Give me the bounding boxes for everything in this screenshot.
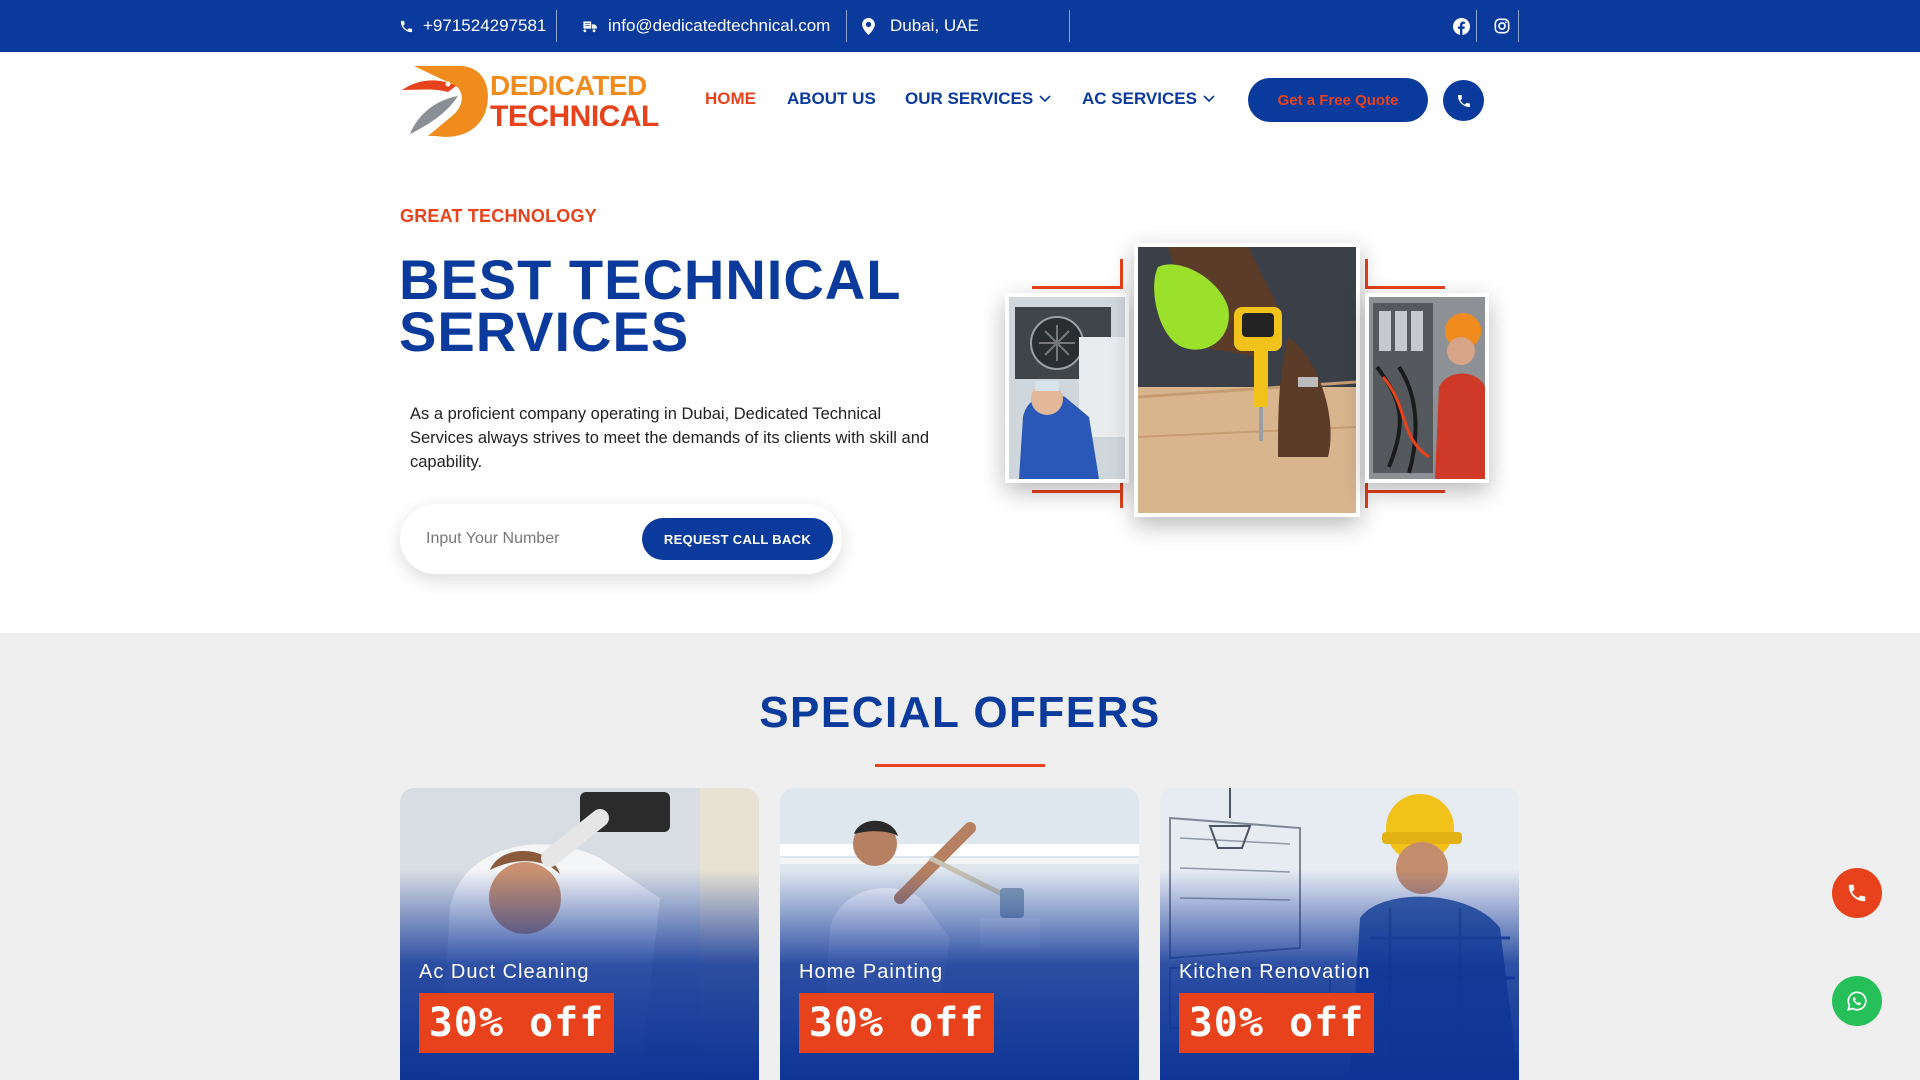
- logo-text-line2: TECHNICAL: [490, 100, 659, 133]
- nav-about-label: ABOUT US: [787, 89, 876, 108]
- topbar-phone-text: +971524297581: [423, 16, 547, 35]
- special-offers-title: SPECIAL OFFERS: [759, 688, 1161, 737]
- bracket-decoration: [1032, 286, 1123, 289]
- offer-card-kitchen-renovation[interactable]: Kitchen Renovation 30% off: [1160, 788, 1519, 1080]
- hero-image-collage: [990, 235, 1500, 525]
- divider: [1518, 10, 1519, 42]
- special-offers-section: SPECIAL OFFERS Ac Duct Cleaning 30% off: [0, 633, 1920, 1080]
- hero-title-line1: BEST TECHNICAL: [399, 248, 902, 311]
- nav-about-us[interactable]: ABOUT US: [787, 86, 876, 112]
- floating-whatsapp-button[interactable]: [1832, 976, 1882, 1026]
- nav-home-label: HOME: [705, 89, 756, 108]
- chevron-down-icon: [1039, 95, 1051, 103]
- hero-title-line2: SERVICES: [399, 300, 690, 363]
- divider: [556, 10, 557, 42]
- nav-our-services-label: OUR SERVICES: [905, 89, 1034, 108]
- discount-badge: 30% off: [1179, 993, 1374, 1053]
- facebook-icon[interactable]: [1449, 14, 1473, 38]
- hero-title: BEST TECHNICAL SERVICES: [399, 248, 919, 363]
- offer-card-home-painting[interactable]: Home Painting 30% off: [780, 788, 1139, 1080]
- hero-description: As a proficient company operating in Dub…: [410, 405, 930, 471]
- bracket-decoration: [1365, 490, 1445, 493]
- nav-home[interactable]: HOME: [705, 86, 756, 112]
- header-call-button[interactable]: [1443, 80, 1484, 121]
- topbar-email[interactable]: info@dedicatedtechnical.com: [582, 0, 830, 52]
- nav-ac-services[interactable]: AC SERVICES: [1082, 86, 1215, 112]
- logo-bird-icon: [402, 66, 488, 137]
- topbar-email-text: info@dedicatedtechnical.com: [608, 16, 831, 35]
- top-contact-bar: +971524297581 info@dedicatedtechnical.co…: [0, 0, 1920, 52]
- discount-badge: 30% off: [799, 993, 994, 1053]
- floating-call-button[interactable]: [1832, 868, 1882, 918]
- bracket-decoration: [1032, 490, 1123, 493]
- divider: [846, 10, 847, 42]
- bracket-decoration: [1365, 286, 1445, 289]
- nav-ac-services-label: AC SERVICES: [1082, 89, 1197, 108]
- instagram-icon[interactable]: [1490, 14, 1514, 38]
- electrician-photo: [1365, 293, 1489, 483]
- divider: [1476, 10, 1477, 42]
- drill-work-photo: [1134, 243, 1360, 517]
- request-call-back-button[interactable]: REQUEST CALL BACK: [642, 518, 833, 560]
- location-pin-icon: [862, 17, 875, 35]
- topbar-phone[interactable]: +971524297581: [399, 0, 546, 52]
- topbar-location: Dubai, UAE: [862, 0, 979, 52]
- hero-eyebrow: GREAT TECHNOLOGY: [400, 206, 597, 226]
- logo-text-line1: DEDICATED: [490, 70, 647, 101]
- phone-icon: [1848, 884, 1866, 902]
- brand-logo[interactable]: DEDICATED TECHNICAL: [400, 60, 659, 140]
- chevron-down-icon: [1203, 95, 1215, 103]
- offer-card-name: Home Painting: [799, 961, 944, 983]
- bracket-decoration: [1120, 480, 1123, 508]
- divider: [1069, 10, 1070, 42]
- nav-our-services[interactable]: OUR SERVICES: [905, 86, 1051, 112]
- offer-card-name: Ac Duct Cleaning: [419, 961, 590, 983]
- phone-icon: [400, 20, 413, 32]
- offer-card-name: Kitchen Renovation: [1179, 961, 1371, 983]
- title-underline: [875, 764, 1045, 767]
- phone-icon: [1457, 94, 1470, 107]
- offer-card-ac-duct-cleaning[interactable]: Ac Duct Cleaning 30% off: [400, 788, 759, 1080]
- whatsapp-icon: [1847, 991, 1867, 1011]
- ac-technician-photo: [1005, 293, 1129, 483]
- topbar-location-text: Dubai, UAE: [890, 16, 979, 35]
- phone-number-input[interactable]: [426, 522, 626, 556]
- email-truck-icon: [583, 21, 597, 32]
- callback-form: REQUEST CALL BACK: [400, 504, 842, 574]
- bracket-decoration: [1365, 259, 1368, 289]
- bracket-decoration: [1365, 480, 1368, 508]
- bracket-decoration: [1120, 259, 1123, 289]
- discount-badge: 30% off: [419, 993, 614, 1053]
- get-free-quote-button[interactable]: Get a Free Quote: [1248, 78, 1428, 122]
